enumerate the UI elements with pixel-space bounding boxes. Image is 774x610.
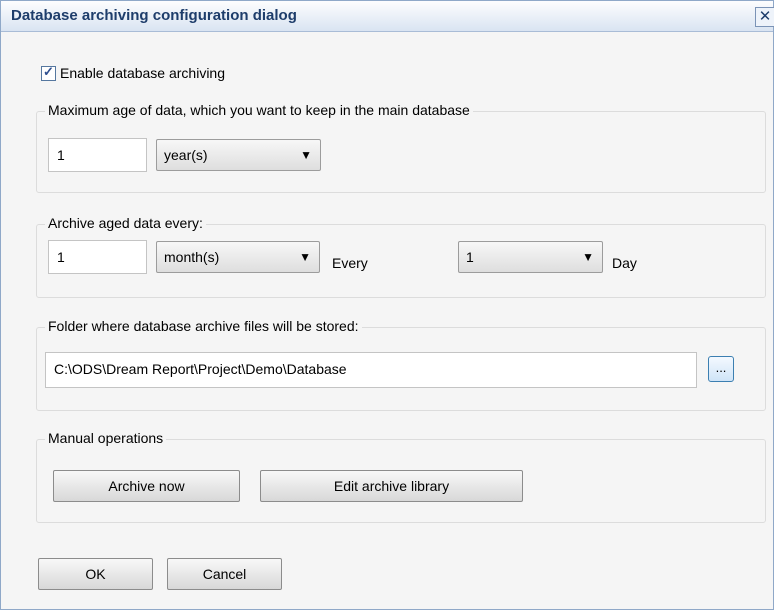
archive-every-group: Archive aged data every: 1 month(s) ▼ Ev…	[36, 215, 766, 298]
ok-button[interactable]: OK	[38, 558, 153, 590]
folder-path-input[interactable]: C:\ODS\Dream Report\Project\Demo\Databas…	[45, 352, 697, 388]
dialog-title: Database archiving configuration dialog	[11, 7, 297, 24]
browse-folder-button[interactable]: ...	[708, 356, 734, 382]
max-age-legend: Maximum age of data, which you want to k…	[45, 102, 473, 118]
dropdown-arrow-icon: ▼	[299, 250, 311, 264]
enable-archiving-label[interactable]: Enable database archiving	[60, 65, 225, 81]
checkmark-icon: ✓	[43, 64, 54, 79]
edit-archive-library-button[interactable]: Edit archive library	[260, 470, 523, 502]
max-age-unit-select[interactable]: year(s) ▼	[156, 139, 321, 171]
folder-group: Folder where database archive files will…	[36, 318, 766, 411]
archiving-config-dialog: Database archiving configuration dialog …	[0, 0, 774, 610]
day-label: Day	[612, 255, 637, 271]
max-age-group: Maximum age of data, which you want to k…	[36, 102, 766, 193]
dropdown-arrow-icon: ▼	[582, 250, 594, 264]
cancel-button[interactable]: Cancel	[167, 558, 282, 590]
day-value: 1	[466, 249, 474, 265]
every-label: Every	[332, 255, 368, 271]
close-icon[interactable]: ✕	[755, 7, 774, 27]
archive-every-input[interactable]: 1	[48, 240, 147, 274]
title-bar[interactable]: Database archiving configuration dialog …	[1, 1, 774, 32]
day-select[interactable]: 1 ▼	[458, 241, 603, 273]
enable-archiving-checkbox[interactable]: ✓	[41, 64, 56, 81]
archive-now-button[interactable]: Archive now	[53, 470, 240, 502]
folder-legend: Folder where database archive files will…	[45, 318, 362, 334]
max-age-unit-value: year(s)	[164, 147, 208, 163]
dropdown-arrow-icon: ▼	[300, 148, 312, 162]
archive-every-legend: Archive aged data every:	[45, 215, 206, 231]
archive-every-unit-select[interactable]: month(s) ▼	[156, 241, 320, 273]
manual-operations-group: Manual operations Archive now Edit archi…	[36, 430, 766, 523]
archive-every-unit-value: month(s)	[164, 249, 220, 265]
manual-operations-legend: Manual operations	[45, 430, 167, 446]
max-age-input[interactable]: 1	[48, 138, 147, 172]
